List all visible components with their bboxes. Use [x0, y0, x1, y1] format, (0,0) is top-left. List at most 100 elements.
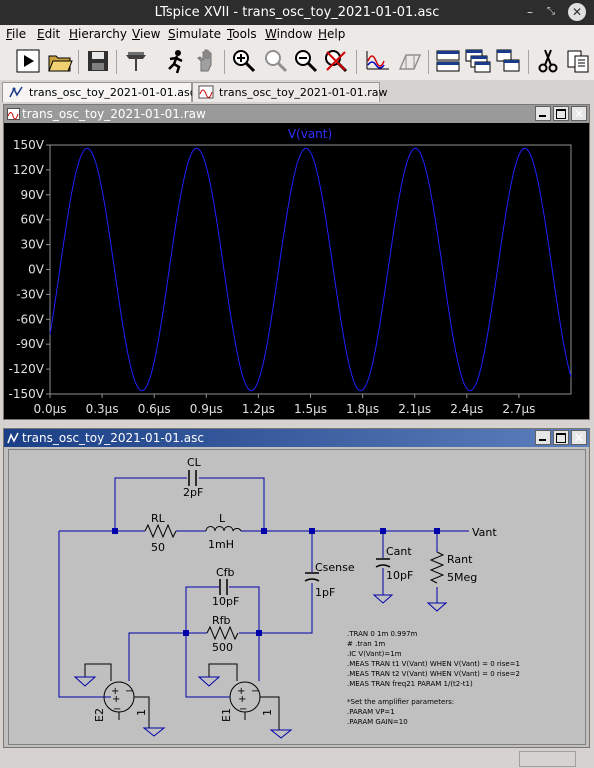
tile-horizontal-icon[interactable]: [434, 47, 462, 75]
menu-window[interactable]: Window: [265, 27, 312, 41]
svg-text:−: −: [239, 704, 247, 715]
svg-text:.MEAS TRAN freq21 PARAM 1/(t2-: .MEAS TRAN freq21 PARAM 1/(t2-t1): [347, 680, 473, 688]
menu-tools[interactable]: Tools: [227, 27, 257, 41]
maximize-icon[interactable]: [553, 430, 569, 445]
tab-waveform[interactable]: trans_osc_toy_2021-01-01.raw: [192, 82, 388, 102]
zoom-in-icon[interactable]: [230, 47, 258, 75]
fft-icon[interactable]: [396, 47, 424, 75]
schematic-window: trans_osc_toy_2021-01-01.asc ✕ + − + − +…: [3, 428, 590, 748]
svg-text:*Set the amplifier parameters:: *Set the amplifier parameters:: [347, 698, 454, 706]
menu-simulate[interactable]: Simulate: [168, 27, 221, 41]
run-icon[interactable]: [14, 47, 42, 75]
waveform-plot[interactable]: 150V 120V 90V 60V 30V 0V -30V -60V -90V -120V -150…: [4, 123, 589, 419]
close-icon[interactable]: ✕: [571, 430, 587, 445]
label-rant: Rant: [447, 553, 473, 566]
minimize-icon[interactable]: [535, 106, 551, 121]
x-tick-label: 2.1µs: [398, 402, 431, 416]
svg-text:−: −: [113, 704, 121, 715]
label-cant: Cant: [386, 545, 412, 558]
x-tick-label: 0.9µs: [190, 402, 223, 416]
x-tick-label: 2.7µs: [502, 402, 535, 416]
waveform-icon: [198, 85, 214, 99]
resistor-rl[interactable]: [144, 523, 177, 539]
tile-vertical-icon[interactable]: [494, 47, 522, 75]
y-tick-label: -60V: [16, 312, 45, 326]
cascade-icon[interactable]: [464, 47, 492, 75]
net-label-vant[interactable]: Vant: [472, 526, 497, 539]
label-cfb: Cfb: [216, 566, 235, 579]
waveform-icon: [7, 108, 20, 120]
svg-text:.PARAM VP=1: .PARAM VP=1: [347, 708, 395, 716]
save-icon[interactable]: [84, 47, 112, 75]
status-bar: [0, 748, 594, 768]
tab-schematic[interactable]: trans_osc_toy_2021-01-01.asc: [2, 82, 196, 102]
label-e2: E2: [93, 708, 106, 722]
ground-icon: [73, 676, 97, 687]
close-icon[interactable]: ✕: [568, 3, 586, 21]
minimize-icon[interactable]: [535, 430, 551, 445]
y-tick-label: 90V: [21, 188, 45, 202]
spice-directives[interactable]: .TRAN 0 1m 0.997m # .tran 1m .IC V(Vant)…: [347, 630, 520, 726]
value-cant: 10pF: [386, 569, 413, 582]
y-tick-label: 60V: [21, 213, 45, 227]
y-tick-label: -150V: [9, 387, 45, 401]
maximize-icon[interactable]: [553, 106, 569, 121]
waveform-window: trans_osc_toy_2021-01-01.raw ✕ 150V 120V 9…: [3, 104, 590, 420]
svg-text:−: −: [251, 686, 259, 697]
x-tick-label: 0.3µs: [86, 402, 119, 416]
svg-text:.MEAS TRAN t1 V(Vant) WHEN V(V: .MEAS TRAN t1 V(Vant) WHEN V(Vant) = 0 r…: [347, 660, 520, 668]
copy-icon[interactable]: [564, 47, 592, 75]
label-rfb: Rfb: [212, 614, 231, 627]
open-icon[interactable]: [46, 47, 74, 75]
x-tick-label: 2.4µs: [450, 402, 483, 416]
y-tick-label: 150V: [13, 138, 45, 152]
restore-icon[interactable]: ⤡: [542, 3, 560, 21]
resistor-rfb[interactable]: [206, 625, 239, 641]
halt-icon[interactable]: [162, 47, 190, 75]
zoom-pan-icon[interactable]: [262, 47, 290, 75]
schematic-canvas[interactable]: + − + − + − + − CL 2pF RL 50 L 1mH Csense 1p…: [8, 449, 586, 745]
status-cell: [519, 751, 576, 767]
menu-file[interactable]: File: [6, 27, 26, 41]
close-icon[interactable]: ✕: [571, 106, 587, 121]
y-tick-label: -90V: [16, 337, 45, 351]
menu-edit[interactable]: Edit: [37, 27, 60, 41]
inductor-l[interactable]: [205, 526, 242, 532]
value-rfb: 500: [212, 641, 233, 654]
trace-label[interactable]: V(vant): [288, 127, 332, 141]
value-rl: 50: [151, 541, 165, 554]
y-tick-label: 0V: [28, 263, 45, 277]
wire: [259, 531, 313, 634]
resistor-rant[interactable]: [429, 551, 445, 584]
menu-bar: File Edit Hierarchy View Simulate Tools …: [0, 25, 594, 44]
menu-hierarchy[interactable]: Hierarchy: [69, 27, 127, 41]
wire: [128, 632, 260, 681]
value-cfb: 10pF: [212, 595, 239, 608]
window-title: LTspice XVII - trans_osc_toy_2021-01-01.…: [154, 5, 440, 20]
menu-view[interactable]: View: [132, 27, 160, 41]
zoom-fit-icon[interactable]: [322, 47, 350, 75]
y-tick-label: 120V: [13, 163, 45, 177]
schematic-drawing[interactable]: + − +− + − +− CL 2pF RL 50 L 1mH Csense 1p…: [9, 450, 585, 744]
ground-icon: [372, 594, 394, 604]
minimize-icon[interactable]: –: [521, 3, 539, 21]
menu-help[interactable]: Help: [318, 27, 345, 41]
svg-text:# .tran 1m: # .tran 1m: [347, 640, 385, 648]
ground-icon: [426, 602, 448, 612]
svg-text:.IC V(Vant)=1m: .IC V(Vant)=1m: [347, 650, 402, 658]
control-panel-icon[interactable]: [122, 47, 150, 75]
ground-icon: [142, 727, 166, 737]
capacitor-cfb[interactable]: [219, 579, 228, 595]
ground-icon: [269, 729, 293, 739]
capacitor-cl[interactable]: [188, 470, 197, 486]
label-csense: Csense: [315, 561, 355, 574]
zoom-out-icon[interactable]: [292, 47, 320, 75]
value-e1: 1: [261, 709, 274, 716]
document-tab-bar: trans_osc_toy_2021-01-01.asc trans_osc_t…: [0, 80, 594, 102]
hand-icon[interactable]: [192, 47, 220, 75]
x-tick-label: 1.5µs: [294, 402, 327, 416]
x-tick-label: 0.6µs: [138, 402, 171, 416]
value-csense: 1pF: [315, 586, 335, 599]
cut-icon[interactable]: [534, 47, 562, 75]
autorange-icon[interactable]: [364, 47, 392, 75]
